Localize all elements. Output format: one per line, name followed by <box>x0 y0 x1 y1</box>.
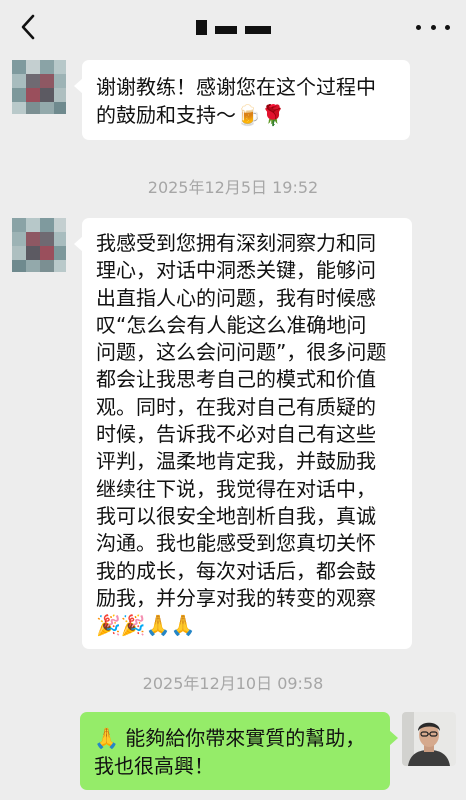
message-text: 我也很高興！ <box>94 754 214 778</box>
message-text: 叹“怎么会有人能这么准确地问 <box>96 312 367 337</box>
contact-avatar[interactable] <box>12 218 66 272</box>
message-text: 理心，对话中洞悉关键，能够问 <box>96 258 376 283</box>
message-text: 继续往下说，我觉得在对话中， <box>96 476 376 501</box>
redacted-contact-name <box>195 19 271 35</box>
message-timestamp: 2025年12月5日 19:52 <box>147 178 319 197</box>
message-text: 沟通。我也能感受到您真切关怀 <box>96 531 376 556</box>
message-text: 🙏 能夠給你帶來實質的幫助， <box>94 726 366 750</box>
user-avatar[interactable] <box>402 712 456 766</box>
chat-title <box>0 13 466 41</box>
message-timestamp: 2025年12月10日 09:58 <box>142 674 324 693</box>
message-text: 出直指人心的问题，我有时候感 <box>96 285 376 310</box>
message-bubble[interactable]: 我感受到您拥有深刻洞察力和同 理心，对话中洞悉关键，能够问 出直指人心的问题，我… <box>74 218 412 650</box>
message-text: 我的成长，每次对话后，都会鼓 <box>96 558 376 583</box>
chat-header <box>0 0 466 54</box>
message-text: 🎉🎉🙏🙏 <box>96 613 196 638</box>
message-text: 时候，告诉我不必对自己有这些 <box>96 422 376 447</box>
message-text: 都会让我思考自己的模式和价值 <box>96 367 376 392</box>
message-text: 的鼓励和支持～🍺🌹 <box>96 103 286 127</box>
more-dots-icon <box>416 24 421 30</box>
message-text: 谢谢教练！感谢您在这个过程中 <box>96 75 376 99</box>
more-button[interactable] <box>416 17 450 37</box>
message-bubble[interactable]: 谢谢教练！感谢您在这个过程中 的鼓励和支持～🍺🌹 <box>74 60 410 140</box>
message-text: 我可以很安全地剖析自我，真诚 <box>96 503 376 528</box>
message-text: 我感受到您拥有深刻洞察力和同 <box>96 231 376 255</box>
message-text: 观。同时，在我对自己有质疑的 <box>96 394 376 419</box>
message-bubble-outgoing[interactable]: 🙏 能夠給你帶來實質的幫助， 我也很高興！ <box>80 712 398 790</box>
message-text: 励我，并分享对我的转变的观察 <box>96 585 376 610</box>
contact-avatar[interactable] <box>12 60 66 114</box>
message-text: 评判，温柔地肯定我，并鼓励我 <box>96 449 376 474</box>
message-text: 问题，这么会问问题”，很多问题 <box>96 340 387 365</box>
